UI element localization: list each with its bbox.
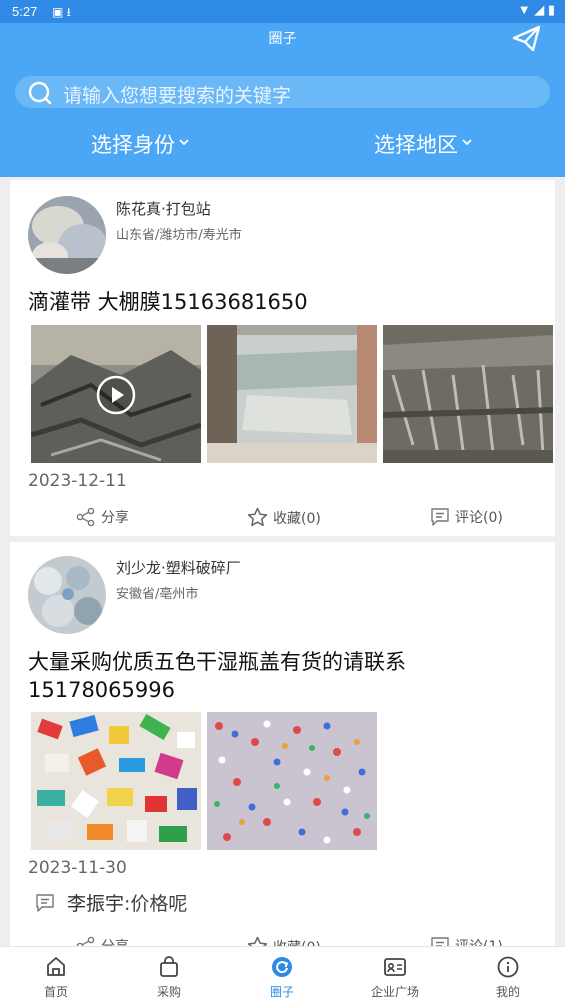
post-image[interactable]: [383, 325, 553, 463]
post-text: 大量采购优质五色干湿瓶盖有货的请联系15178065996: [28, 650, 406, 702]
play-icon[interactable]: [96, 375, 136, 415]
post-date: 2023-12-11: [28, 471, 127, 491]
comment-label: 评论(0): [455, 510, 503, 526]
system-icons: ▼ ◢ ▮: [517, 2, 555, 17]
comment-icon: [431, 508, 449, 526]
post-image[interactable]: [207, 712, 377, 850]
circle-icon: [272, 957, 292, 977]
post-card[interactable]: 刘少龙·塑料破碎厂 安徽省/亳州市 大量采购优质五色干湿瓶盖有货的请联系1517…: [10, 542, 555, 962]
tab-mine-label: 我的: [495, 985, 520, 999]
filter-region-label: 选择地区: [374, 133, 458, 157]
author-name[interactable]: 陈花真·打包站: [116, 198, 211, 219]
header: 圈子 请输入您想要搜索的关键字 选择身份 选择地区: [0, 23, 565, 177]
post-card[interactable]: 陈花真·打包站 山东省/潍坊市/寿光市 滴灌带 大棚膜15163681650 2…: [10, 180, 555, 536]
tab-home[interactable]: 首页: [6, 955, 106, 1000]
search-icon: [28, 81, 52, 105]
send-icon[interactable]: [509, 23, 543, 53]
share-button[interactable]: 分享: [76, 507, 129, 527]
favorite-button[interactable]: 收藏(0): [247, 507, 321, 528]
author-name[interactable]: 刘少龙·塑料破碎厂: [116, 557, 241, 578]
post-video-thumbnail[interactable]: [31, 325, 201, 463]
avatar[interactable]: [28, 196, 106, 274]
comment-text: :价格呢: [124, 893, 188, 915]
chevron-down-icon: [179, 139, 189, 146]
post-image[interactable]: [31, 712, 201, 850]
post-text: 滴灌带 大棚膜15163681650: [28, 290, 308, 314]
id-card-icon: [384, 958, 406, 976]
tab-purchase[interactable]: 采购: [119, 955, 219, 1000]
search-input[interactable]: 请输入您想要搜索的关键字: [63, 81, 291, 108]
comment-icon: [36, 893, 54, 912]
comment-user[interactable]: 李振宇: [67, 889, 124, 916]
tab-enterprise[interactable]: 企业广场: [345, 955, 445, 1000]
star-icon: [247, 507, 268, 527]
avatar[interactable]: [28, 556, 106, 634]
bag-icon: [160, 956, 178, 977]
notification-icons: ▣ ⭳: [52, 5, 71, 19]
post-date: 2023-11-30: [28, 858, 127, 878]
tab-enterprise-label: 企业广场: [370, 985, 419, 999]
info-icon: [497, 956, 519, 978]
status-time: 5:27: [12, 4, 38, 19]
filter-identity[interactable]: 选择身份: [91, 129, 189, 159]
tab-circle[interactable]: 圈子: [232, 955, 332, 1000]
share-icon: [76, 507, 95, 527]
favorite-label: 收藏(0): [273, 510, 321, 527]
status-bar: 5:27 ▣ ⭳ ▼ ◢ ▮: [0, 0, 565, 23]
home-icon: [47, 957, 65, 976]
page-title: 圈子: [268, 31, 297, 47]
filter-identity-label: 选择身份: [91, 133, 175, 157]
post-image[interactable]: [207, 325, 377, 463]
filter-row: 选择身份 选择地区: [0, 129, 565, 163]
comment-button[interactable]: 评论(0): [430, 507, 503, 527]
bottom-tab-bar: 首页 采购 圈子 企业广场 我的: [0, 946, 565, 1005]
tab-circle-label: 圈子: [269, 985, 294, 999]
filter-region[interactable]: 选择地区: [374, 129, 472, 159]
search-bar[interactable]: 请输入您想要搜索的关键字: [15, 76, 550, 108]
author-location: 山东省/潍坊市/寿光市: [116, 228, 242, 243]
tab-purchase-label: 采购: [156, 985, 181, 999]
author-location: 安徽省/亳州市: [116, 587, 199, 602]
latest-comment[interactable]: 李振宇 :价格呢: [35, 889, 187, 916]
tab-mine[interactable]: 我的: [458, 955, 558, 1000]
tab-home-label: 首页: [43, 985, 68, 999]
chevron-down-icon: [462, 139, 472, 146]
share-label: 分享: [101, 510, 129, 526]
